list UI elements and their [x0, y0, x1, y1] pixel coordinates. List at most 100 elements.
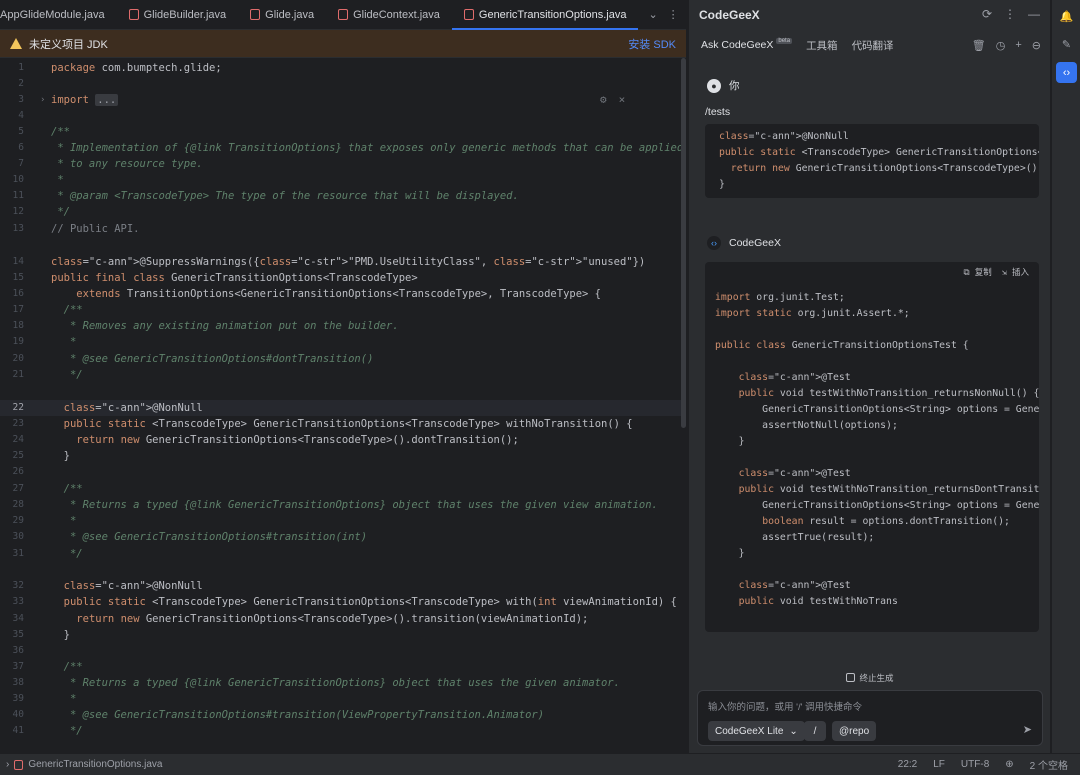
codegeex-tool-icon[interactable]: ‹› [1056, 62, 1077, 83]
editor-scrollbar[interactable] [681, 58, 686, 428]
chevron-down-icon[interactable]: ⌄ [648, 8, 657, 21]
refresh-icon[interactable]: ⟳ [982, 7, 992, 21]
editor-tab[interactable]: GenericTransitionOptions.java [451, 0, 639, 30]
tab-code-translate[interactable]: 代码翻译 [852, 38, 894, 53]
code-line[interactable]: 28 * Returns a typed {@link GenericTrans… [0, 497, 686, 513]
code-line[interactable]: 37 /** [0, 659, 686, 675]
add-icon[interactable]: + [1015, 39, 1021, 52]
panel-tab-tools: 🗑 ◷ + ⊖ [972, 39, 1051, 52]
editor-tab[interactable]: Glide.java [238, 0, 326, 29]
code-line[interactable]: 21 */ [0, 367, 686, 383]
code-line[interactable]: 18 * Removes any existing animation put … [0, 318, 686, 334]
code-line[interactable]: 35 } [0, 627, 686, 643]
code-line[interactable]: 2 [0, 76, 686, 92]
chat-input-box[interactable]: 输入你的问题，或用 '/' 调用快捷命令 CodeGeeX Lite ⌄ / @… [697, 690, 1043, 746]
editor-tab[interactable]: AppGlideModule.java [0, 0, 117, 29]
code-line[interactable]: 12 */ [0, 204, 686, 220]
code-line[interactable]: 32 class="c-ann">@NonNull [0, 578, 686, 594]
install-sdk-link[interactable]: 安装 SDK [628, 36, 676, 52]
indent-setting[interactable]: 2 个空格 [1030, 757, 1068, 772]
more-icon[interactable]: ⋮ [668, 8, 679, 21]
code-line: assertNotNull(options); [715, 420, 898, 431]
code-line[interactable]: 23 public static <TranscodeType> Generic… [0, 416, 686, 432]
code-line[interactable]: 40 * @see GenericTransitionOptions#trans… [0, 707, 686, 723]
code-line[interactable]: 39 * [0, 691, 686, 707]
code-line[interactable]: 3 import ... [0, 92, 686, 108]
stop-generation-button[interactable]: 终止生成 [689, 672, 1051, 684]
jdk-warning-banner: 未定义项目 JDK 安装 SDK [0, 30, 686, 58]
code-line[interactable]: 5 /** [0, 124, 686, 140]
chat-area[interactable]: ● 你 /tests class="c-ann">@NonNull public … [697, 64, 1047, 636]
tab-ask-codegeex[interactable]: Ask CodeGeeX beta [701, 38, 793, 51]
code-line[interactable]: 33 public static <TranscodeType> Generic… [0, 594, 686, 610]
code-text: /** [51, 126, 70, 139]
user-code-block: class="c-ann">@NonNull public static <Tra… [705, 124, 1039, 198]
copy-button[interactable]: ⧉ 复制 [964, 266, 992, 278]
code-line[interactable] [0, 384, 686, 400]
collapse-icon[interactable]: ⊖ [1032, 39, 1041, 52]
assistant-icon[interactable]: ✎ [1056, 34, 1077, 55]
code-text: public final class GenericTransitionOpti… [51, 272, 418, 285]
code-line[interactable]: 24 return new GenericTransitionOptions<T… [0, 432, 686, 448]
line-number: 32 [12, 580, 24, 592]
code-line[interactable]: 26 [0, 464, 686, 480]
code-line[interactable]: 1 package com.bumptech.glide; [0, 60, 686, 76]
insert-label: 插入 [1011, 268, 1029, 278]
code-text: * Implementation of {@link TransitionOpt… [51, 142, 684, 155]
code-text: * @see GenericTransitionOptions#dontTran… [51, 352, 374, 365]
slash-command-button[interactable]: / [804, 721, 826, 741]
code-line[interactable]: 22 class="c-ann">@NonNull [0, 400, 686, 417]
code-line[interactable]: 13 // Public API. [0, 221, 686, 237]
code-line[interactable]: 25 } [0, 448, 686, 464]
code-text: class="c-ann">@SuppressWarnings({class="… [51, 256, 646, 269]
code-line[interactable]: 4 [0, 108, 686, 124]
code-line[interactable]: 14 class="c-ann">@SuppressWarnings({class… [0, 254, 686, 270]
code-line: public void testWithNoTransition_returns… [738, 484, 1039, 495]
code-text: return new GenericTransitionOptions<Tran… [76, 434, 519, 447]
code-line[interactable]: 11 * @param <TranscodeType> The type of … [0, 188, 686, 204]
history-icon[interactable]: ◷ [996, 39, 1006, 52]
code-line[interactable]: 20 * @see GenericTransitionOptions#dontT… [0, 351, 686, 367]
line-separator[interactable]: LF [933, 759, 945, 770]
delete-icon[interactable]: 🗑 [972, 39, 986, 52]
code-editor[interactable]: 1 package com.bumptech.glide; 2 3 import ...… [0, 58, 686, 753]
code-line[interactable]: 27 /** [0, 481, 686, 497]
minimize-icon[interactable]: — [1028, 7, 1040, 21]
more-icon[interactable]: ⋮ [1004, 7, 1016, 21]
user-command-text: /tests [705, 106, 731, 118]
editor-tab[interactable]: GlideContext.java [326, 0, 452, 29]
chat-input[interactable]: 输入你的问题，或用 '/' 调用快捷命令 [708, 699, 862, 713]
code-line[interactable]: 15 public final class GenericTransitionOp… [0, 270, 686, 286]
fold-arrow-icon[interactable]: › [40, 95, 45, 105]
code-line[interactable]: 6 * Implementation of {@link TransitionO… [0, 140, 686, 156]
file-encoding[interactable]: UTF-8 [961, 759, 989, 770]
code-line[interactable]: 41 */ [0, 723, 686, 739]
ai-assist-icon[interactable]: ⚙ [600, 93, 607, 106]
user-name: 你 [729, 80, 740, 92]
notifications-icon[interactable]: 🔔 [1056, 6, 1077, 27]
insert-button[interactable]: ⇲ 插入 [1002, 266, 1029, 278]
code-line: import static org.junit.Assert.*; [715, 308, 910, 319]
code-line[interactable]: 10 * [0, 172, 686, 188]
repo-button[interactable]: @repo [832, 721, 877, 741]
tab-toolbox[interactable]: 工具箱 [806, 38, 838, 53]
code-line[interactable]: 7 * to any resource type. [0, 156, 686, 172]
code-line[interactable]: 31 */ [0, 546, 686, 562]
code-line[interactable] [0, 562, 686, 578]
send-icon[interactable]: ➤ [1023, 723, 1032, 736]
model-selector[interactable]: CodeGeeX Lite ⌄ [708, 721, 805, 741]
status-file[interactable]: › GenericTransitionOptions.java [0, 759, 162, 770]
code-line[interactable]: 34 return new GenericTransitionOptions<T… [0, 611, 686, 627]
code-line[interactable]: 38 * Returns a typed {@link GenericTrans… [0, 675, 686, 691]
cursor-position[interactable]: 22:2 [898, 759, 917, 770]
code-line[interactable]: 16 extends TransitionOptions<GenericTran… [0, 286, 686, 302]
code-line[interactable] [0, 238, 686, 254]
code-line[interactable]: 19 * [0, 334, 686, 350]
code-line[interactable]: 30 * @see GenericTransitionOptions#trans… [0, 529, 686, 545]
close-icon[interactable]: × [619, 93, 626, 106]
code-line[interactable]: 29 * [0, 513, 686, 529]
edit-lock-icon[interactable]: ⊕ [1005, 759, 1013, 770]
editor-tab[interactable]: GlideBuilder.java [117, 0, 239, 29]
code-line[interactable]: 36 [0, 643, 686, 659]
code-line[interactable]: 17 /** [0, 302, 686, 318]
